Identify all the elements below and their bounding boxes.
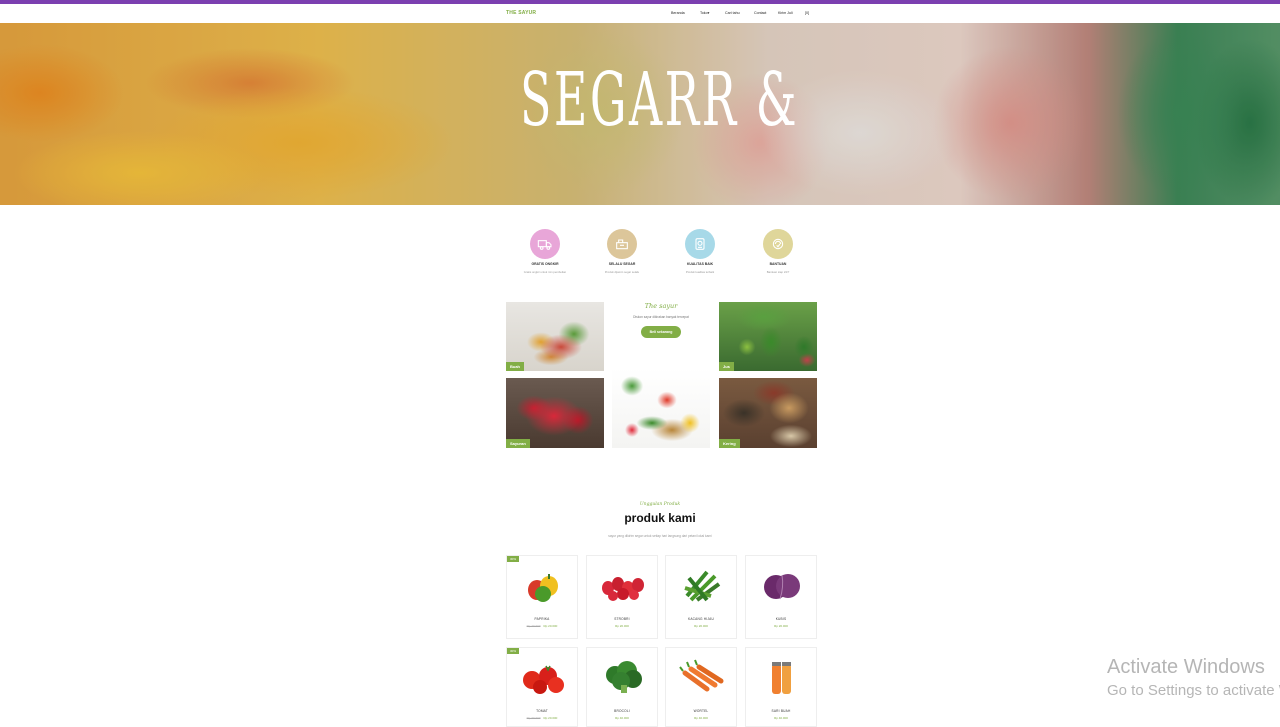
category-featured-veggies[interactable]	[612, 368, 710, 448]
feature-bantuan: BANTUAN Bantuan siap 24/7	[738, 229, 818, 274]
product-name: KUBIS	[775, 617, 787, 621]
feature-title: KUALITAS BAIK	[686, 262, 714, 266]
hero-title: SEGARR &	[520, 57, 800, 143]
product-card-kubis[interactable]: KUBIS Rp 20.000	[745, 555, 817, 639]
nav-contact[interactable]: Contact	[754, 11, 766, 15]
nav-beranda[interactable]: Beranda	[671, 11, 685, 15]
product-price: Rp 40.000 Rp 20.000	[507, 624, 577, 628]
product-price: Rp 20.000	[587, 624, 657, 628]
product-price: Rp 40.000	[746, 716, 816, 720]
products-kicker: Unggulan Produk	[639, 502, 681, 507]
product-image-paprika	[518, 566, 568, 606]
product-price: Rp 20.000	[666, 624, 736, 628]
category-kering[interactable]: Kering	[719, 378, 817, 448]
product-name: WORTEL	[693, 709, 709, 713]
category-sayuran[interactable]: Sayuran	[506, 378, 604, 448]
nav-kirim[interactable]: Kirim Juli	[778, 11, 793, 15]
product-card-wortel[interactable]: WORTEL Rp 40.000	[665, 647, 737, 727]
promo-subtitle: Diskon sayur dikirakan banyak tercepat	[633, 315, 689, 319]
product-name: KACANG HIJAU	[688, 617, 714, 621]
product-name: STROBRI	[614, 617, 630, 621]
product-image-kacang-hijau	[677, 566, 727, 606]
category-label: Buah	[506, 362, 524, 371]
discount-badge: 30%	[507, 556, 520, 562]
product-current-price: Rp 20.000	[615, 624, 629, 628]
product-current-price: Rp 40.000	[774, 716, 788, 720]
feature-kualitas-baik: KUALITAS BAIK Produk kualitas terbaik	[660, 229, 740, 274]
product-price: Rp 30.000 Rp 20.000	[507, 716, 577, 720]
nav-toko-dropdown[interactable]: Toko▾	[700, 11, 709, 15]
feature-title: BANTUAN	[769, 262, 787, 266]
award-icon	[685, 229, 715, 259]
product-name: TOMAT	[536, 709, 548, 713]
product-image-strobri	[598, 566, 648, 606]
product-current-price: Rp 20.000	[543, 716, 558, 720]
product-card-sari-buah[interactable]: SARI BUAH Rp 40.000	[745, 647, 817, 727]
category-jus[interactable]: Jus	[719, 302, 817, 371]
product-old-price: Rp 30.000	[526, 716, 541, 720]
product-current-price: Rp 20.000	[774, 624, 788, 628]
product-image-sari-buah	[757, 658, 807, 698]
product-price: Rp 40.000	[666, 716, 736, 720]
product-name: SARI BUAH	[771, 709, 791, 713]
product-old-price: Rp 40.000	[526, 624, 541, 628]
product-price: Rp 40.000	[587, 716, 657, 720]
watermark-line2: Go to Settings to activate Windows.	[1107, 682, 1280, 699]
hero-banner: SEGARR &	[0, 23, 1280, 205]
category-label: Sayuran	[506, 439, 530, 448]
product-name: PAPRIKA	[534, 617, 550, 621]
activate-windows-watermark: Activate Windows Go to Settings to activ…	[1107, 656, 1280, 699]
product-current-price: Rp 20.000	[694, 624, 708, 628]
product-current-price: Rp 20.000	[543, 624, 558, 628]
product-image-wortel	[677, 658, 727, 698]
product-image-tomat	[518, 658, 568, 698]
product-image-kubis	[757, 566, 807, 606]
feature-title: SELALU SEGAR	[608, 262, 636, 266]
feature-gratis-ongkir: GRATIS ONGKIR Gratis ongkir untuk min pe…	[505, 229, 585, 274]
category-label: Kering	[719, 439, 740, 448]
support-icon	[763, 229, 793, 259]
brand-logo[interactable]: THE SAYUR	[506, 10, 536, 16]
promo-title: The sayur	[644, 302, 678, 310]
product-name: BROCOLI	[614, 709, 630, 713]
product-image-brocoli	[598, 658, 648, 698]
products-title: produk kami	[624, 511, 696, 525]
leaf-icon	[607, 229, 637, 259]
products-subtitle: sayur yang dikirim segar untuk setiap ha…	[608, 534, 712, 538]
category-buah[interactable]: Buah	[506, 302, 604, 371]
feature-subtitle: Produk dijamin segar selalu	[604, 270, 640, 274]
feature-selalu-segar: SELALU SEGAR Produk dijamin segar selalu	[582, 229, 662, 274]
feature-subtitle: Produk kualitas terbaik	[685, 270, 715, 274]
discount-badge: 30%	[507, 648, 520, 654]
nav-cari-tahu[interactable]: Cari tahu	[725, 11, 740, 15]
cart-count[interactable]: [0]	[805, 11, 809, 15]
feature-subtitle: Gratis ongkir untuk min pembelian	[523, 270, 567, 274]
shop-now-button[interactable]: Beli sekarang	[641, 326, 681, 338]
product-card-kacang-hijau[interactable]: KACANG HIJAU Rp 20.000	[665, 555, 737, 639]
product-card-strobri[interactable]: STROBRI Rp 20.000	[586, 555, 658, 639]
product-card-brocoli[interactable]: BROCOLI Rp 40.000	[586, 647, 658, 727]
navbar: THE SAYUR Beranda Toko▾ Cari tahu Contac…	[0, 4, 1280, 23]
product-card-tomat[interactable]: 30% TOMAT Rp 30.000 Rp 20.000	[506, 647, 578, 727]
feature-title: GRATIS ONGKIR	[531, 262, 559, 266]
product-current-price: Rp 40.000	[615, 716, 629, 720]
category-label: Jus	[719, 362, 734, 371]
product-card-paprika[interactable]: 30% PAPRIKA Rp 40.000 Rp 20.000	[506, 555, 578, 639]
feature-subtitle: Bantuan siap 24/7	[766, 270, 790, 274]
product-price: Rp 20.000	[746, 624, 816, 628]
product-current-price: Rp 40.000	[694, 716, 708, 720]
truck-icon	[530, 229, 560, 259]
watermark-line1: Activate Windows	[1107, 656, 1265, 678]
